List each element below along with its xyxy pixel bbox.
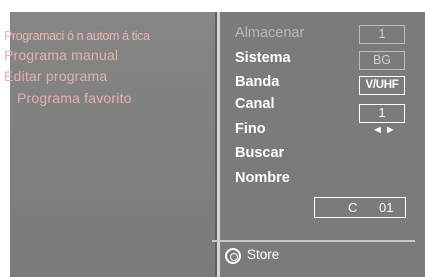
channel-number: 01 [379, 200, 394, 215]
banda-label: Banda [235, 74, 280, 90]
banda-value[interactable]: V/UHF [359, 76, 405, 95]
menu-item-editar-programa[interactable]: Editar programa [4, 68, 107, 84]
sistema-label: Sistema [235, 50, 291, 66]
menu-item-programacion-automatica[interactable]: Programaci ó n autom á tica [4, 29, 150, 43]
canal-value[interactable]: 1 [359, 104, 405, 123]
panel-divider [217, 12, 220, 277]
menu-item-programa-favorito[interactable]: Programa favorito [17, 90, 132, 106]
ok-button-icon [225, 248, 241, 264]
almacenar-value[interactable]: 1 [359, 25, 405, 44]
channel-name-display[interactable]: C 01 [314, 197, 406, 218]
buscar-label[interactable]: Buscar [235, 145, 284, 161]
menu-item-programa-manual[interactable]: Programa manual [4, 47, 118, 63]
almacenar-label: Almacenar [235, 25, 305, 41]
fino-label: Fino [235, 121, 266, 137]
fine-tune-arrows-icon[interactable]: ◄► [372, 124, 398, 136]
sistema-value[interactable]: BG [359, 51, 405, 70]
canal-label: Canal [235, 96, 275, 112]
footer-separator [212, 240, 415, 242]
nombre-label[interactable]: Nombre [235, 170, 290, 186]
store-label: Store [247, 247, 280, 262]
channel-prefix: C [348, 200, 358, 215]
